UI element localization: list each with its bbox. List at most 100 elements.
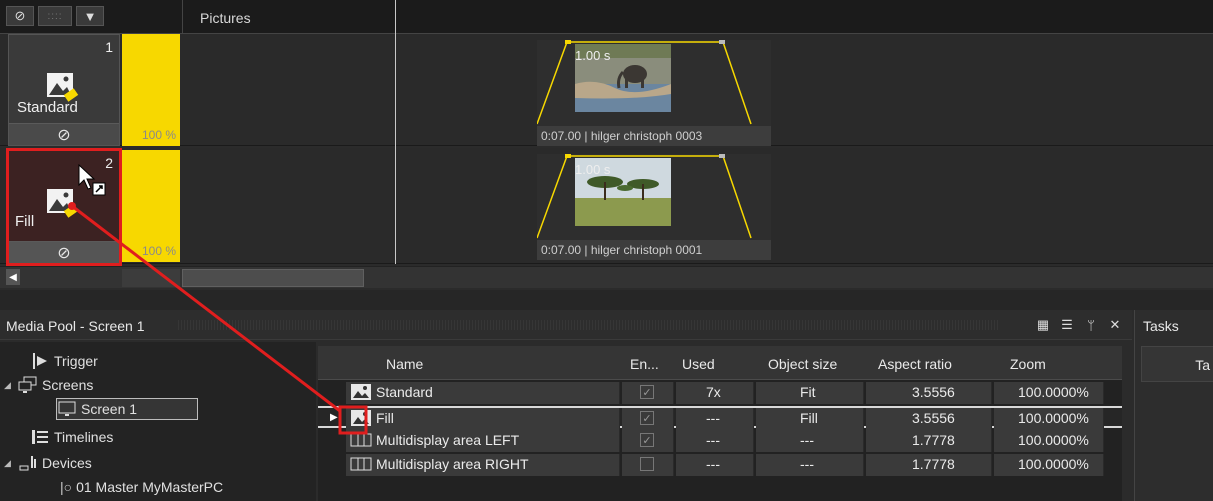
tree-item-trigger[interactable]: Trigger: [16, 350, 98, 372]
column-header-aspect-ratio[interactable]: Aspect ratio: [878, 356, 952, 372]
scroll-track: [122, 269, 180, 287]
row-object-size: Fit: [800, 384, 816, 400]
clip-caption: 0:07.00 | hilger christoph 0001: [537, 240, 771, 260]
expand-arrow-icon[interactable]: ◢: [4, 458, 14, 469]
column-header-name[interactable]: Name: [386, 356, 423, 372]
enabled-checkbox[interactable]: [640, 457, 654, 471]
disable-icon: ⊘: [57, 126, 71, 144]
tasks-column-header[interactable]: Ta: [1141, 346, 1213, 382]
opacity-label: 100 %: [141, 128, 176, 142]
tree-label: Trigger: [54, 353, 98, 369]
multidisplay-icon: [350, 455, 372, 473]
opacity-bar-2[interactable]: 100 %: [122, 150, 180, 262]
row-aspect-ratio: 1.7778: [912, 456, 955, 472]
multidisplay-icon: [350, 431, 372, 449]
row-used: ---: [706, 456, 720, 472]
clip-caption: 0:07.00 | hilger christoph 0003: [537, 126, 771, 146]
tasks-panel: Tasks Ta: [1134, 310, 1213, 501]
track-header-2[interactable]: 2 Fill ⊘: [6, 148, 122, 266]
title-grip: [178, 320, 1000, 330]
tree-item-master-device[interactable]: |○ 01 Master MyMasterPC: [60, 476, 223, 498]
playhead-line[interactable]: [395, 0, 396, 264]
close-icon[interactable]: ✕: [1106, 316, 1124, 334]
track-row-1: 1 Standard ⊘ 100 % 1.00 s 0:07.00 | hilg…: [0, 34, 1213, 146]
table-header: Name En... Used Object size Aspect ratio…: [318, 346, 1122, 380]
column-header-object-size[interactable]: Object size: [768, 356, 837, 372]
track-header-1[interactable]: 1 Standard ⊘: [8, 34, 120, 146]
column-header-zoom[interactable]: Zoom: [1010, 356, 1046, 372]
row-name: Multidisplay area RIGHT: [376, 456, 529, 472]
row-object-size: ---: [800, 456, 814, 472]
row-name: Standard: [376, 384, 433, 400]
expand-arrow-icon[interactable]: ◢: [4, 380, 14, 391]
media-pool-title: Media Pool - Screen 1: [6, 318, 145, 334]
table-row[interactable]: Multidisplay area RIGHT --- --- 1.7778 100.0…: [318, 454, 1122, 476]
tree-item-devices[interactable]: ◢ Devices: [4, 452, 92, 474]
row-zoom: 100.0000%: [1018, 456, 1089, 472]
column-header-enabled[interactable]: En...: [630, 356, 659, 372]
timeline-clip-2[interactable]: 1.00 s 0:07.00 | hilger christoph 0001: [537, 154, 771, 260]
media-pool-header-icons: ▦ ☰ ᛘ ✕: [1034, 316, 1124, 334]
picture-icon: [350, 383, 372, 401]
panel-splitter[interactable]: [0, 290, 1213, 310]
enabled-checkbox[interactable]: ✓: [640, 411, 654, 425]
row-object-size: Fill: [800, 410, 818, 426]
mouse-cursor-icon: [78, 163, 106, 196]
list-view-icon[interactable]: ☰: [1058, 316, 1076, 334]
tree-label: Screens: [42, 377, 94, 393]
current-row-arrow-icon: ▶: [330, 412, 338, 423]
row-zoom: 100.0000%: [1018, 432, 1089, 448]
pin-icon[interactable]: ᛘ: [1082, 316, 1100, 334]
row-used: 7x: [706, 384, 721, 400]
track-row-2: 2 Fill ⊘ 100 % 1.00 s 0:07.00 | hilger c…: [0, 148, 1213, 266]
table-row[interactable]: Multidisplay area LEFT ✓ --- --- 1.7778 100.0…: [318, 430, 1122, 452]
row-used: ---: [706, 432, 720, 448]
tree-label: Timelines: [54, 429, 114, 445]
row-zoom: 100.0000%: [1018, 384, 1089, 400]
scroll-left-arrow-icon[interactable]: ◀: [6, 269, 20, 285]
timeline-header: ⊘ :::: ▼ Pictures: [0, 0, 1213, 34]
column-header-used[interactable]: Used: [682, 356, 715, 372]
disable-icon[interactable]: ⊘: [6, 6, 34, 26]
tree-label: Screen 1: [81, 401, 138, 417]
clip-duration: 1.00 s: [575, 162, 611, 177]
row-object-size: ---: [800, 432, 814, 448]
clip-duration: 1.00 s: [575, 48, 611, 63]
table-row[interactable]: ▶ Fill ✓ --- Fill 3.5556 100.0000%: [318, 406, 1122, 430]
row-used: ---: [706, 410, 720, 426]
row-aspect-ratio: 1.7778: [912, 432, 955, 448]
dropdown-icon[interactable]: ▼: [76, 6, 104, 26]
trigger-icon: [33, 353, 47, 369]
track-disable-button[interactable]: ⊘: [9, 123, 119, 145]
scroll-thumb[interactable]: [182, 269, 364, 287]
enabled-checkbox[interactable]: ✓: [640, 433, 654, 447]
track-number: 1: [105, 39, 113, 55]
row-name: Fill: [376, 410, 394, 426]
screens-icon: [18, 376, 37, 393]
timeline-clip-1[interactable]: 1.00 s 0:07.00 | hilger christoph 0003: [537, 40, 771, 146]
opacity-label: 100 %: [141, 244, 176, 258]
opacity-bar-1[interactable]: 100 %: [122, 34, 180, 146]
row-name: Multidisplay area LEFT: [376, 432, 520, 448]
grip-icon[interactable]: ::::: [38, 6, 72, 26]
media-pool-table: Name En... Used Object size Aspect ratio…: [318, 346, 1122, 501]
tasks-column-label: Ta: [1195, 357, 1210, 373]
tree-item-timelines[interactable]: Timelines: [16, 426, 113, 448]
tasks-title: Tasks: [1143, 318, 1179, 334]
timelines-icon: [32, 430, 48, 444]
track-name: Standard: [17, 99, 78, 116]
tree-item-screen-1[interactable]: Screen 1: [56, 398, 199, 420]
timeline-scrollbar[interactable]: ◀: [0, 266, 1213, 288]
devices-icon: [19, 456, 36, 471]
table-row[interactable]: Standard ✓ 7x Fit 3.5556 100.0000%: [318, 382, 1122, 404]
tree-item-screens[interactable]: ◢ Screens: [4, 374, 93, 396]
row-zoom: 100.0000%: [1018, 410, 1089, 426]
row-aspect-ratio: 3.5556: [912, 384, 955, 400]
enabled-checkbox[interactable]: ✓: [640, 385, 654, 399]
row-aspect-ratio: 3.5556: [912, 410, 955, 426]
picture-icon: [350, 409, 372, 427]
track-group-title: Pictures: [200, 10, 251, 26]
track-disable-button[interactable]: ⊘: [9, 241, 119, 263]
grid-view-icon[interactable]: ▦: [1034, 316, 1052, 334]
tree-label: 01 Master MyMasterPC: [76, 479, 224, 495]
